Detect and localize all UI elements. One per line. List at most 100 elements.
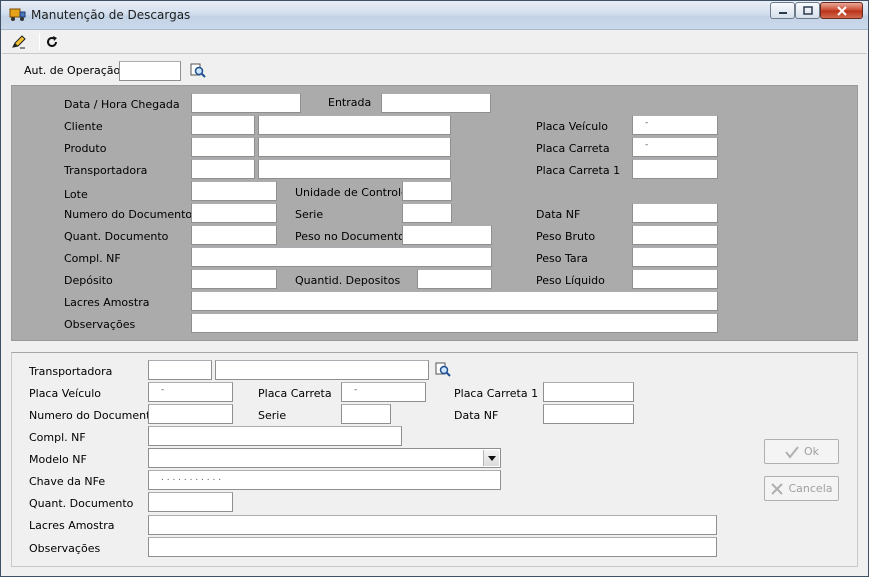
minimize-button[interactable] bbox=[770, 2, 795, 19]
lower-placa-carreta-label: Placa Carreta bbox=[258, 387, 332, 400]
checkmark-icon bbox=[785, 445, 799, 459]
ok-button-label: Ok bbox=[803, 445, 820, 458]
unidade-controle-field[interactable] bbox=[402, 181, 452, 201]
lower-quant-documento-field[interactable] bbox=[148, 492, 233, 512]
lower-numero-documento-field[interactable] bbox=[148, 404, 233, 424]
lower-transportadora-code-field[interactable] bbox=[148, 360, 212, 380]
serie-label: Serie bbox=[295, 208, 324, 221]
cancel-x-icon bbox=[771, 482, 784, 495]
aut-operacao-input[interactable] bbox=[119, 61, 181, 81]
lower-placa-carreta-1-field[interactable] bbox=[543, 382, 634, 402]
maximize-icon bbox=[802, 6, 813, 15]
peso-liquido-field[interactable] bbox=[632, 269, 718, 289]
quantid-depositos-field[interactable] bbox=[417, 269, 492, 289]
cliente-label: Cliente bbox=[64, 120, 103, 133]
cancela-button[interactable]: Cancela bbox=[764, 476, 839, 501]
placa-carreta-label: Placa Carreta bbox=[536, 142, 610, 155]
lower-lacres-amostra-field[interactable] bbox=[148, 515, 717, 535]
lote-field[interactable] bbox=[191, 181, 277, 201]
minimize-icon bbox=[778, 11, 787, 14]
close-button[interactable] bbox=[820, 2, 863, 19]
quant-documento-label: Quant. Documento bbox=[64, 230, 169, 243]
aut-operacao-label: Aut. de Operação bbox=[24, 64, 121, 77]
transportadora-name-field[interactable] bbox=[258, 159, 451, 179]
lower-placa-veiculo-label: Placa Veículo bbox=[29, 387, 102, 400]
cancela-button-label: Cancela bbox=[788, 482, 833, 495]
lower-observacoes-field[interactable] bbox=[148, 537, 717, 557]
refresh-icon bbox=[47, 36, 57, 47]
lower-placa-carreta-1-label: Placa Carreta 1 bbox=[454, 387, 539, 400]
entrada-field[interactable] bbox=[381, 93, 491, 113]
placa-carreta-field[interactable]: - bbox=[632, 137, 718, 157]
ok-button[interactable]: Ok bbox=[764, 439, 839, 464]
placa-carreta-1-field[interactable] bbox=[632, 159, 718, 179]
refresh-button[interactable] bbox=[42, 32, 62, 52]
lower-placa-veiculo-field[interactable]: - bbox=[148, 382, 233, 402]
transportadora-search-icon[interactable] bbox=[435, 362, 451, 378]
lower-lacres-amostra-label: Lacres Amostra bbox=[29, 519, 115, 532]
numero-documento-field[interactable] bbox=[191, 203, 277, 223]
quant-documento-field[interactable] bbox=[191, 225, 277, 245]
modelo-nf-select[interactable] bbox=[148, 448, 501, 468]
lower-serie-label: Serie bbox=[258, 409, 287, 422]
cliente-code-field[interactable] bbox=[191, 115, 255, 135]
toolbar-separator bbox=[39, 33, 40, 50]
window-title: Manutenção de Descargas bbox=[31, 8, 191, 22]
lower-data-nf-label: Data NF bbox=[454, 409, 499, 422]
lower-compl-nf-field[interactable] bbox=[148, 426, 402, 446]
entrada-label: Entrada bbox=[328, 96, 372, 109]
edit-button[interactable] bbox=[9, 32, 29, 52]
search-icon[interactable] bbox=[190, 63, 206, 79]
chave-nfe-label: Chave da NFe bbox=[29, 475, 106, 488]
produto-code-field[interactable] bbox=[191, 137, 255, 157]
chave-nfe-field[interactable]: . . . . . . . . . . . bbox=[148, 470, 501, 490]
pencil-icon bbox=[12, 35, 26, 49]
unidade-controle-label: Unidade de Controle bbox=[295, 186, 408, 199]
deposito-label: Depósito bbox=[64, 274, 113, 287]
deposito-field[interactable] bbox=[191, 269, 277, 289]
observacoes-field[interactable] bbox=[191, 313, 718, 333]
placa-veiculo-label: Placa Veículo bbox=[536, 120, 609, 133]
data-hora-chegada-field[interactable] bbox=[191, 93, 301, 113]
lower-numero-documento-label: Numero do Documento bbox=[29, 409, 158, 422]
lacres-amostra-label: Lacres Amostra bbox=[64, 296, 150, 309]
data-nf-label: Data NF bbox=[536, 208, 581, 221]
maximize-button[interactable] bbox=[795, 2, 820, 19]
transportadora-label: Transportadora bbox=[64, 164, 148, 177]
cliente-name-field[interactable] bbox=[258, 115, 451, 135]
produto-label: Produto bbox=[64, 142, 107, 155]
peso-liquido-label: Peso Líquido bbox=[536, 274, 605, 287]
quantid-depositos-label: Quantid. Depositos bbox=[295, 274, 401, 287]
lower-transportadora-name-field[interactable] bbox=[215, 360, 429, 380]
toolbar bbox=[2, 30, 867, 54]
data-hora-chegada-label: Data / Hora Chegada bbox=[64, 98, 180, 111]
peso-documento-field[interactable] bbox=[402, 225, 492, 245]
lower-placa-carreta-field[interactable]: - bbox=[341, 382, 426, 402]
peso-tara-field[interactable] bbox=[632, 247, 718, 267]
lower-observacoes-label: Observações bbox=[29, 542, 101, 555]
compl-nf-field[interactable] bbox=[191, 247, 492, 267]
data-nf-field[interactable] bbox=[632, 203, 718, 223]
produto-name-field[interactable] bbox=[258, 137, 451, 157]
main-window: Manutenção de Descargas Aut. de Operação… bbox=[0, 0, 869, 577]
modelo-nf-label: Modelo NF bbox=[29, 453, 87, 466]
lower-compl-nf-label: Compl. NF bbox=[29, 431, 86, 444]
peso-bruto-field[interactable] bbox=[632, 225, 718, 245]
chevron-down-icon bbox=[487, 455, 496, 461]
compl-nf-label: Compl. NF bbox=[64, 252, 121, 265]
observacoes-label: Observações bbox=[64, 318, 136, 331]
serie-field[interactable] bbox=[402, 203, 452, 223]
transportadora-code-field[interactable] bbox=[191, 159, 255, 179]
lower-serie-field[interactable] bbox=[341, 404, 391, 424]
placa-veiculo-field[interactable]: - bbox=[632, 115, 718, 135]
peso-documento-label: Peso no Documento bbox=[295, 230, 405, 243]
lower-quant-documento-label: Quant. Documento bbox=[29, 497, 134, 510]
close-icon bbox=[836, 5, 847, 16]
lower-data-nf-field[interactable] bbox=[543, 404, 634, 424]
title-bar[interactable]: Manutenção de Descargas bbox=[1, 1, 868, 30]
lower-transportadora-label: Transportadora bbox=[29, 365, 113, 378]
lacres-amostra-field[interactable] bbox=[191, 291, 718, 311]
dropdown-arrow[interactable] bbox=[483, 450, 499, 466]
placa-carreta-1-label: Placa Carreta 1 bbox=[536, 164, 621, 177]
numero-documento-label: Numero do Documento bbox=[64, 208, 193, 221]
